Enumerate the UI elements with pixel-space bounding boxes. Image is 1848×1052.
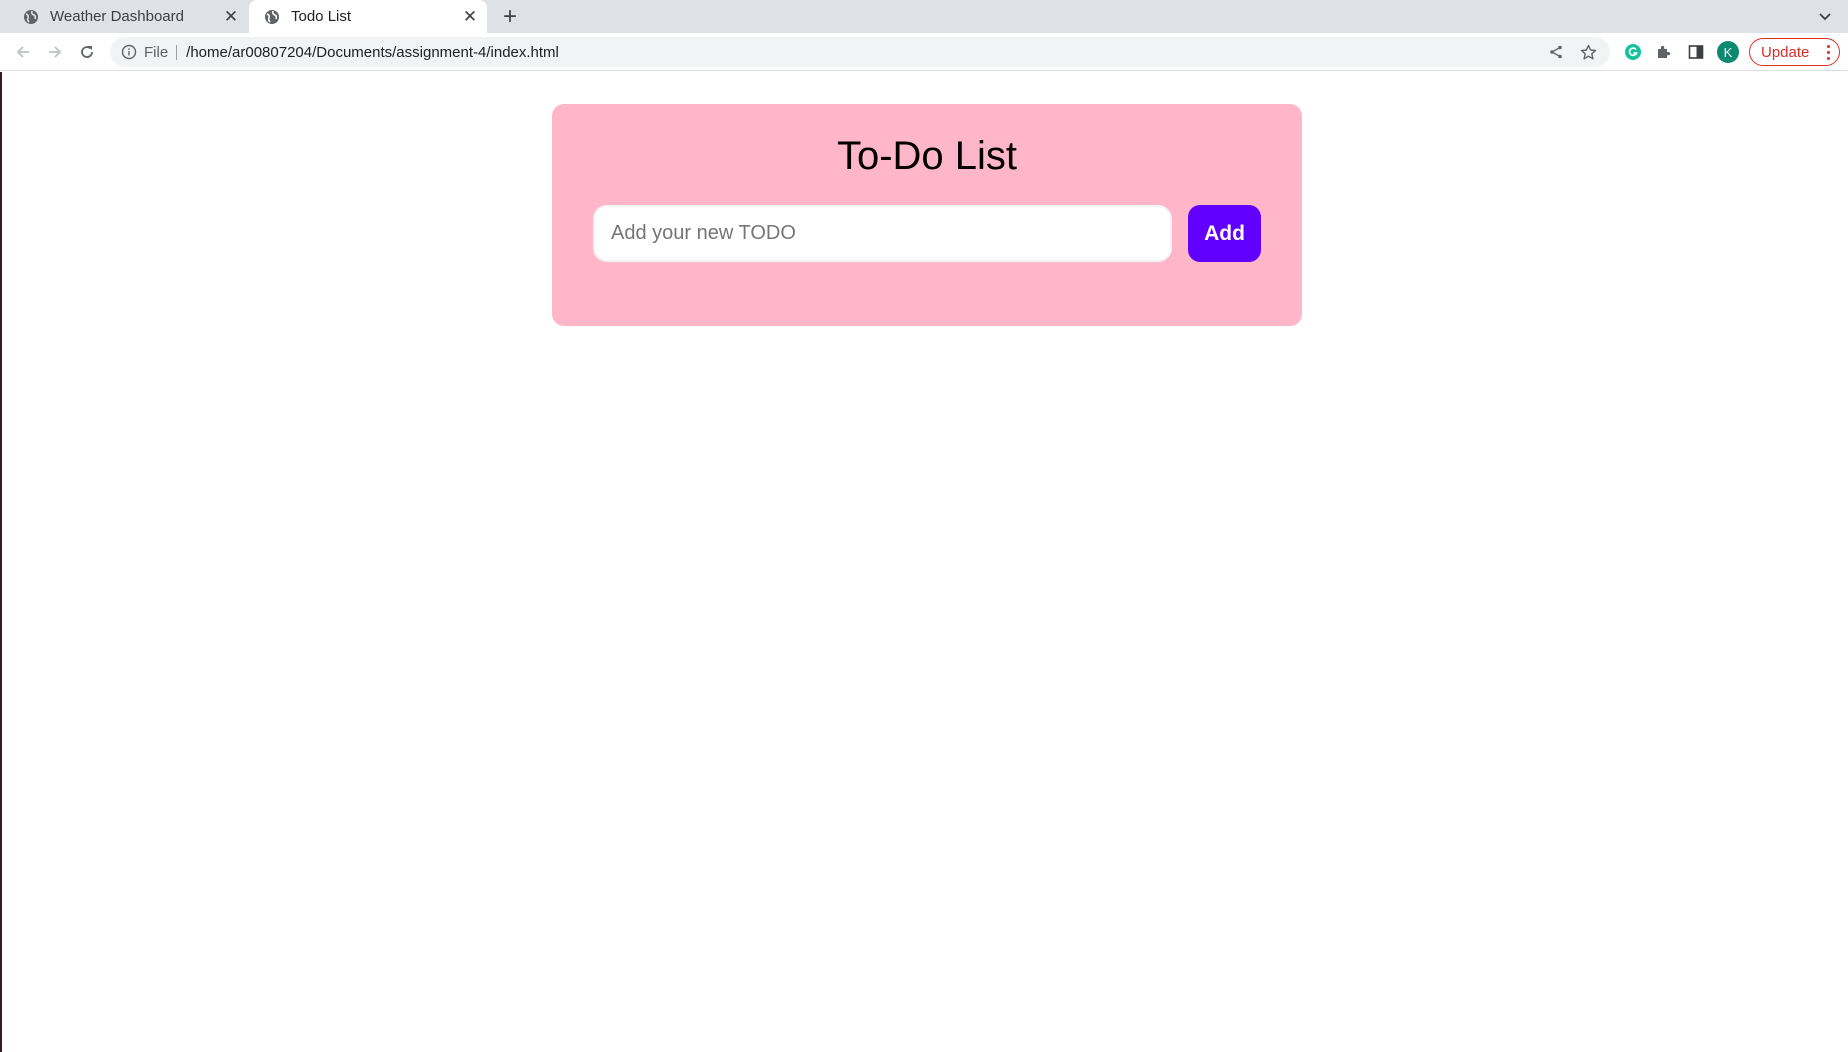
tab-strip: Weather Dashboard ✕ Todo List ✕ + — [0, 0, 1848, 33]
profile-avatar[interactable]: K — [1716, 40, 1740, 64]
new-tab-button[interactable]: + — [497, 3, 523, 30]
todo-card: To-Do List Add — [552, 104, 1302, 326]
address-scheme-label: File — [144, 44, 178, 60]
forward-arrow-icon[interactable] — [43, 40, 67, 64]
info-icon[interactable] — [120, 43, 138, 61]
share-icon[interactable] — [1544, 40, 1568, 64]
globe-icon — [263, 8, 281, 26]
todo-input[interactable] — [593, 205, 1172, 262]
page-content: To-Do List Add — [0, 72, 1848, 1052]
globe-icon — [22, 8, 40, 26]
tab-title: Weather Dashboard — [50, 8, 184, 25]
tab-todo-list[interactable]: Todo List ✕ — [249, 0, 487, 33]
more-menu-icon — [1825, 43, 1831, 61]
close-tab-icon[interactable]: ✕ — [459, 6, 481, 28]
tab-title: Todo List — [291, 8, 352, 25]
back-arrow-icon[interactable] — [11, 40, 35, 64]
reload-icon[interactable] — [75, 40, 99, 64]
page-title: To-Do List — [836, 134, 1018, 178]
tab-weather-dashboard[interactable]: Weather Dashboard ✕ — [8, 0, 248, 33]
side-panel-icon[interactable] — [1684, 40, 1708, 64]
grammarly-icon[interactable] — [1621, 40, 1645, 64]
extensions-puzzle-icon[interactable] — [1652, 40, 1676, 64]
bookmark-star-icon[interactable] — [1576, 40, 1600, 64]
close-tab-icon[interactable]: ✕ — [220, 6, 242, 28]
avatar: K — [1717, 41, 1739, 63]
chevron-down-icon[interactable] — [1814, 6, 1836, 28]
update-button[interactable]: Update — [1749, 38, 1840, 66]
address-url[interactable]: /home/ar00807204/Documents/assignment-4/… — [186, 44, 559, 61]
browser-toolbar: File /home/ar00807204/Documents/assignme… — [0, 33, 1848, 71]
address-bar[interactable]: File /home/ar00807204/Documents/assignme… — [110, 37, 1610, 67]
update-label: Update — [1761, 43, 1810, 61]
add-button[interactable]: Add — [1188, 205, 1261, 262]
